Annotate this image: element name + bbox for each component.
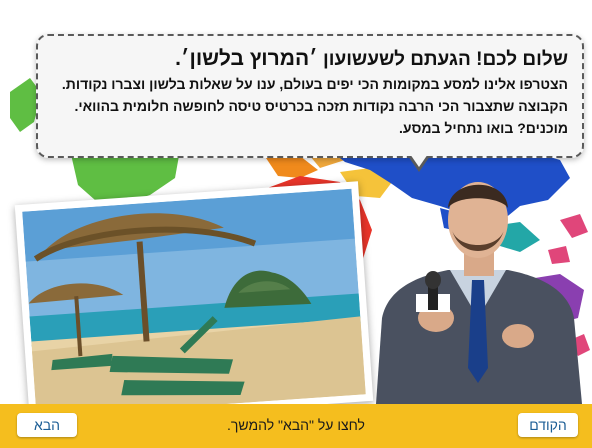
presenter-with-microphone bbox=[376, 182, 582, 404]
beach-photo bbox=[14, 181, 374, 425]
speech-bubble: שלום לכם! הגעתם לשעשועון ׳המרוץ בלשון׳. … bbox=[36, 34, 584, 172]
beach-photo-image bbox=[22, 188, 366, 418]
bubble-line-1: הצטרפו אלינו למסע במקומות הכי יפים בעולם… bbox=[61, 76, 568, 92]
bubble-line-3: מוכנים? בואו נתחיל במסע. bbox=[399, 120, 568, 136]
bubble-title: שלום לכם! הגעתם לשעשועון ׳המרוץ בלשון׳. bbox=[48, 46, 568, 73]
bubble-title-prefix: שלום לכם! הגעתם לשעשועון bbox=[322, 49, 568, 70]
next-button[interactable]: הבא bbox=[17, 413, 77, 437]
bubble-title-quote: ׳המרוץ בלשון׳. bbox=[175, 47, 318, 70]
game-screen: שלום לכם! הגעתם לשעשועון ׳המרוץ בלשון׳. … bbox=[0, 0, 592, 448]
instruction-text: לחצו על "הבא" להמשך. bbox=[227, 417, 365, 433]
navigation-bar: הקודם לחצו על "הבא" להמשך. הבא bbox=[0, 404, 592, 448]
bubble-tail bbox=[408, 154, 430, 172]
bubble-line-2: הקבוצה שתצבור הכי הרבה נקודות תזכה בכרטי… bbox=[74, 98, 568, 114]
